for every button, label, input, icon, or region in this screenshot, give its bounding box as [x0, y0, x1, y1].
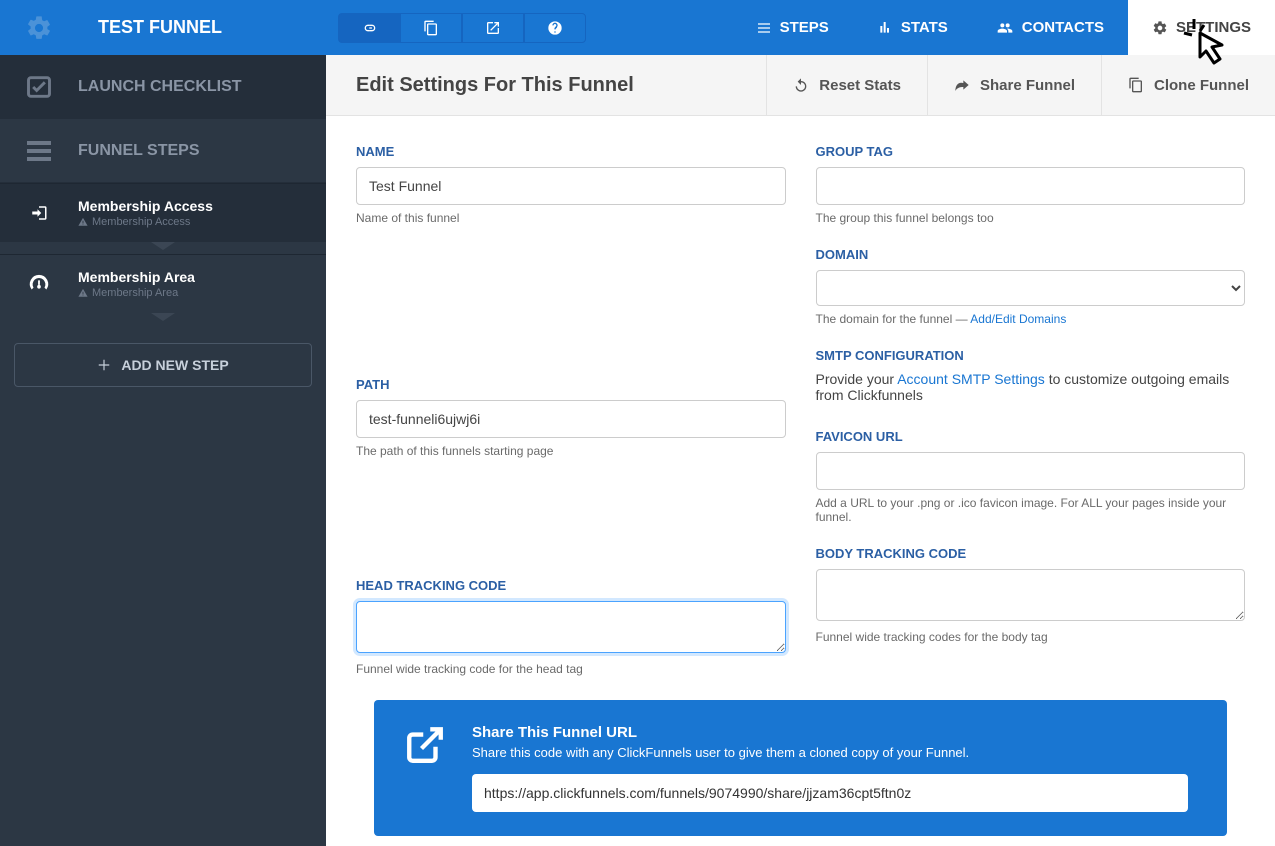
copy-icon[interactable]: [400, 13, 462, 43]
plus-icon: [97, 358, 111, 372]
step-membership-access[interactable]: Membership Access Membership Access: [0, 183, 326, 242]
clone-icon: [1128, 77, 1144, 93]
add-edit-domains-link[interactable]: Add/Edit Domains: [970, 312, 1066, 326]
share-icon: [954, 77, 970, 93]
share-external-icon: [404, 724, 446, 766]
favicon-label: FAVICON URL: [816, 429, 1246, 444]
nav-contacts-label: CONTACTS: [1022, 19, 1104, 36]
users-icon: [996, 20, 1014, 36]
chart-icon: [877, 20, 893, 36]
smtp-text: Provide your Account SMTP Settings to cu…: [816, 371, 1246, 403]
step2-title: Membership Area: [78, 269, 195, 285]
nav-stats-label: STATS: [901, 19, 948, 36]
nav-settings-label: SETTINGS: [1176, 19, 1251, 36]
warning-icon: [78, 217, 88, 227]
group-tag-label: GROUP TAG: [816, 144, 1246, 159]
add-new-step-button[interactable]: ADD NEW STEP: [14, 343, 312, 387]
favicon-help: Add a URL to your .png or .ico favicon i…: [816, 496, 1246, 524]
name-label: NAME: [356, 144, 786, 159]
reset-stats-button[interactable]: Reset Stats: [766, 55, 927, 115]
checklist-icon: [0, 73, 78, 101]
gear-small-icon: [1152, 20, 1168, 36]
main-header: Edit Settings For This Funnel Reset Stat…: [326, 55, 1275, 116]
clone-funnel-button[interactable]: Clone Funnel: [1101, 55, 1275, 115]
refresh-icon: [793, 77, 809, 93]
share-funnel-button[interactable]: Share Funnel: [927, 55, 1101, 115]
link-icon[interactable]: [338, 13, 400, 43]
body-tracking-textarea[interactable]: [816, 569, 1246, 621]
share-funnel-box: Share This Funnel URL Share this code wi…: [374, 700, 1227, 836]
head-tracking-textarea[interactable]: [356, 601, 786, 653]
head-tracking-label: HEAD TRACKING CODE: [356, 578, 786, 593]
funnel-steps-label: FUNNEL STEPS: [78, 142, 200, 160]
body-tracking-label: BODY TRACKING CODE: [816, 546, 1246, 561]
domain-label: DOMAIN: [816, 247, 1246, 262]
step1-sub: Membership Access: [92, 216, 190, 228]
step1-title: Membership Access: [78, 198, 213, 214]
nav-contacts[interactable]: CONTACTS: [972, 0, 1128, 55]
domain-help: The domain for the funnel — Add/Edit Dom…: [816, 312, 1246, 326]
funnel-steps-row: FUNNEL STEPS: [0, 119, 326, 183]
warning-icon: [78, 288, 88, 298]
step2-sub: Membership Area: [92, 287, 178, 299]
help-icon[interactable]: [524, 13, 586, 43]
nav-steps-label: STEPS: [780, 19, 829, 36]
list-icon: [756, 20, 772, 36]
funnel-title: TEST FUNNEL: [78, 17, 326, 38]
nav-menu: STEPS STATS CONTACTS SETTINGS: [732, 0, 1275, 55]
account-smtp-link[interactable]: Account SMTP Settings: [897, 371, 1045, 387]
toolbar-icon-group: [338, 13, 586, 43]
main-title: Edit Settings For This Funnel: [356, 74, 766, 97]
nav-settings[interactable]: SETTINGS: [1128, 0, 1275, 55]
gear-icon[interactable]: [0, 14, 78, 42]
name-help: Name of this funnel: [356, 211, 786, 225]
share-url-input[interactable]: [472, 774, 1188, 812]
dashboard-icon: [0, 273, 78, 295]
path-label: PATH: [356, 377, 786, 392]
smtp-label: SMTP CONFIGURATION: [816, 348, 1246, 363]
head-tracking-help: Funnel wide tracking code for the head t…: [356, 662, 786, 676]
nav-stats[interactable]: STATS: [853, 0, 972, 55]
body-tracking-help: Funnel wide tracking codes for the body …: [816, 630, 1246, 644]
launch-checklist-label: LAUNCH CHECKLIST: [78, 78, 242, 96]
login-icon: [0, 204, 78, 222]
path-help: The path of this funnels starting page: [356, 444, 786, 458]
step-arrow-icon: [0, 313, 326, 325]
nav-steps[interactable]: STEPS: [732, 0, 853, 55]
group-tag-input[interactable]: [816, 167, 1246, 205]
step-arrow-icon: [0, 242, 326, 254]
group-tag-help: The group this funnel belongs too: [816, 211, 1246, 225]
reset-stats-label: Reset Stats: [819, 77, 901, 94]
favicon-input[interactable]: [816, 452, 1246, 490]
path-input[interactable]: [356, 400, 786, 438]
share-funnel-label: Share Funnel: [980, 77, 1075, 94]
share-subtitle: Share this code with any ClickFunnels us…: [472, 745, 1197, 760]
clone-funnel-label: Clone Funnel: [1154, 77, 1249, 94]
add-new-step-label: ADD NEW STEP: [121, 357, 228, 373]
main-panel: Edit Settings For This Funnel Reset Stat…: [326, 55, 1275, 846]
external-link-icon[interactable]: [462, 13, 524, 43]
step-membership-area[interactable]: Membership Area Membership Area: [0, 254, 326, 313]
launch-checklist-row[interactable]: LAUNCH CHECKLIST: [0, 55, 326, 119]
domain-select[interactable]: [816, 270, 1246, 306]
share-title: Share This Funnel URL: [472, 724, 1197, 741]
top-bar: TEST FUNNEL STEPS STATS CONTACTS S: [0, 0, 1275, 55]
name-input[interactable]: [356, 167, 786, 205]
steps-icon: [0, 141, 78, 161]
sidebar: LAUNCH CHECKLIST FUNNEL STEPS Membership…: [0, 55, 326, 846]
